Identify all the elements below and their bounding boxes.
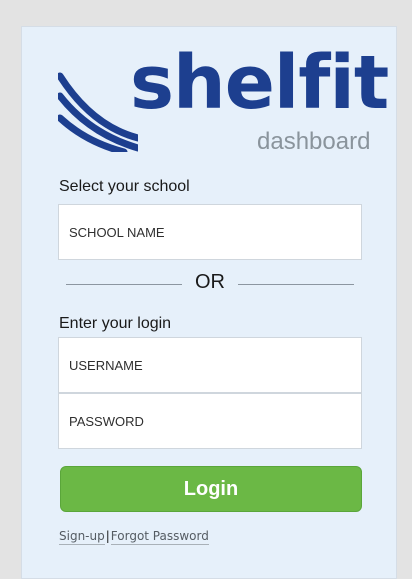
or-divider-text: OR (195, 271, 225, 293)
school-label: Select your school (59, 178, 190, 195)
divider-line-left (66, 284, 182, 285)
forgot-password-link[interactable]: Forgot Password (110, 529, 209, 545)
login-button[interactable]: Login (60, 466, 362, 512)
or-divider: OR (66, 271, 354, 296)
password-input[interactable] (58, 393, 362, 449)
brand-subtitle: dashboard (257, 128, 371, 155)
brand-logo: shelfit dashboard (58, 46, 389, 170)
link-separator: | (105, 529, 110, 543)
login-label: Enter your login (59, 315, 172, 332)
auth-links: Sign-up|Forgot Password (59, 529, 209, 545)
diagonal-stripes-icon (58, 72, 138, 152)
brand-wordmark: shelfit (130, 40, 389, 126)
divider-line-right (238, 284, 354, 285)
username-input[interactable] (58, 337, 362, 393)
school-name-input[interactable] (58, 204, 362, 260)
signup-link[interactable]: Sign-up (59, 529, 105, 545)
